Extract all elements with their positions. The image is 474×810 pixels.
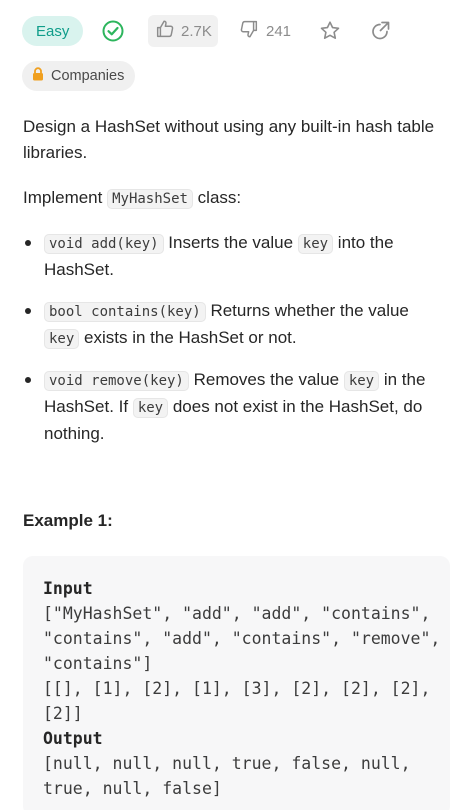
example-title: Example 1:: [23, 511, 113, 530]
implement-paragraph: Implement MyHashSet class:: [23, 185, 241, 212]
like-count: 2.7K: [181, 22, 212, 40]
method-signature-code: void add(key): [44, 234, 164, 254]
class-name-code: MyHashSet: [107, 189, 193, 209]
method-signature-code: void remove(key): [44, 371, 189, 391]
class-suffix-text: class:: [192, 188, 242, 207]
method-description-text: exists in the HashSet or not.: [79, 328, 297, 347]
dislike-count: 241: [266, 22, 292, 40]
solved-check-icon: [101, 19, 125, 43]
favorite-star-icon[interactable]: [318, 19, 342, 43]
description-paragraph: Design a HashSet without using any built…: [23, 117, 435, 162]
implement-text: Implement: [23, 188, 108, 207]
lock-icon: [32, 67, 44, 85]
like-button[interactable]: 2.7K: [148, 15, 218, 47]
output-label: Output: [43, 729, 103, 748]
method-signature-code: bool contains(key): [44, 302, 206, 322]
output-values: [null, null, null, true, false, null, tr…: [43, 754, 421, 798]
list-item: void remove(key) Removes the value key i…: [23, 367, 443, 447]
problem-toolbar: Easy: [22, 15, 84, 47]
key-code: key: [132, 398, 169, 418]
key-code: key: [343, 371, 380, 391]
input-label: Input: [43, 579, 93, 598]
companies-tag[interactable]: Companies: [22, 61, 136, 91]
companies-label: Companies: [51, 68, 125, 84]
example-block: Input ["MyHashSet", "add", "add", "conta…: [23, 556, 450, 810]
method-description-text: Inserts the value: [163, 233, 298, 252]
method-description-text: Removes the value: [188, 370, 344, 389]
example-code: Input ["MyHashSet", "add", "add", "conta…: [43, 576, 443, 801]
list-item: void add(key) Inserts the value key into…: [23, 230, 443, 283]
key-code: key: [44, 329, 80, 349]
key-code: key: [297, 234, 334, 254]
share-icon[interactable]: [368, 19, 392, 43]
method-description-text: Returns whether the value: [205, 301, 409, 320]
input-operations: ["MyHashSet", "add", "add", "contains", …: [43, 604, 451, 673]
problem-description-panel: Easy 2.7K 241 Companies Design a HashSet…: [0, 0, 474, 810]
list-item: bool contains(key) Returns whether the v…: [23, 298, 443, 352]
dislike-button[interactable]: 241: [238, 15, 291, 47]
input-arguments: [[], [1], [2], [1], [3], [2], [2], [2], …: [43, 679, 441, 723]
thumbs-down-icon: [238, 18, 260, 44]
difficulty-badge: Easy: [22, 16, 84, 46]
thumbs-up-icon: [154, 18, 176, 44]
method-list: void add(key) Inserts the value key into…: [23, 230, 443, 462]
